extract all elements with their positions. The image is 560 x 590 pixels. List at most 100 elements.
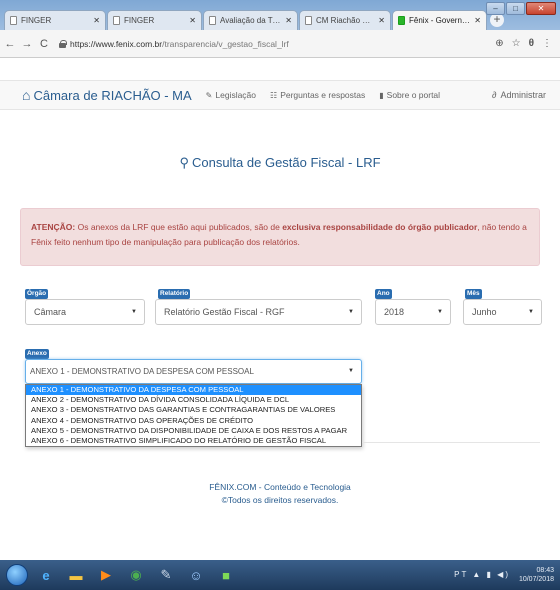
forward-icon[interactable]: → [20,38,34,50]
alert-text-1: Os anexos da LRF que estão aqui publicad… [75,222,283,232]
clock-date: 10/07/2018 [518,576,554,583]
tab-avaliacao[interactable]: Avaliação da Transparência do ✕ [203,10,298,30]
bullhorn-icon: ✎ [205,90,213,100]
browser-titlebar: FINGER ✕ FINGER ✕ Avaliação da Transparê… [0,0,560,30]
url-field[interactable]: https://www.fenix.com.br/transparencia/v… [70,39,495,49]
user-icon[interactable]: ☺ [184,563,208,587]
star-icon[interactable]: ☆ [512,38,521,49]
anexo-dropdown-list: ANEXO 1 - DEMONSTRATIVO DA DESPESA COM P… [25,384,362,448]
close-icon[interactable]: ✕ [189,16,196,25]
ano-label: Ano [375,289,392,299]
chrome-icon[interactable]: ◉ [124,563,148,587]
caret-down-icon: ▼ [131,309,137,315]
maximize-button[interactable]: □ [506,2,525,15]
zoom-icon[interactable]: ⊕ [495,38,503,49]
paint-icon[interactable]: ✎ [154,563,178,587]
site-navbar: ⌂ Câmara de RIACHÃO - MA ✎ Legislação ☷ … [0,80,560,110]
close-window-button[interactable]: ✕ [526,2,556,15]
page-title-text: Consulta de Gestão Fiscal - LRF [191,155,381,170]
tab-label: Avaliação da Transparência do [220,16,281,25]
url-path: /transparencia/v_gestao_fiscal_lrf [162,38,289,49]
tab-cm-riachao[interactable]: CM Riachão – Câmara Municip ✕ [299,10,391,30]
mes-label: Mês [465,289,482,299]
orgao-value: Câmara [34,307,67,317]
page-footer: FÊNIX.COM - Conteúdo e Tecnologia ©Todos… [0,481,560,507]
nav-label: Perguntas e respostas [280,90,366,100]
language-indicator: PT [454,570,469,579]
window-controls: – □ ✕ [486,2,556,15]
nav-legislacao[interactable]: ✎ Legislação [206,90,256,100]
start-button[interactable] [6,564,28,586]
caret-down-icon: ▼ [528,309,534,315]
close-icon[interactable]: ✕ [378,16,385,25]
nav-perguntas[interactable]: ☷ Perguntas e respostas [270,90,365,100]
footer-line-2: ©Todos os direitos reservados. [221,495,339,505]
clock-time: 08:43 [536,567,554,574]
tab-label: FINGER [124,16,155,25]
orgao-select[interactable]: Câmara ▼ [25,299,145,325]
alert-bold: exclusiva responsabilidade do órgão publ… [282,222,478,232]
anexo-option[interactable]: ANEXO 6 - DEMONSTRATIVO SIMPLIFICADO DO … [26,436,361,446]
anexo-value: ANEXO 1 - DEMONSTRATIVO DA DESPESA COM P… [30,367,254,376]
folder-icon[interactable]: ▬ [64,563,88,587]
anexo-label: Anexo [25,349,49,359]
divider [362,442,540,443]
alert-box: ATENÇÃO: Os anexos da LRF que estão aqui… [20,208,540,266]
page-icon [209,16,216,25]
caret-down-icon: ▼ [348,309,354,315]
caret-down-icon: ▼ [437,309,443,315]
close-icon[interactable]: ✕ [285,16,292,25]
lock-icon [59,39,67,48]
nav-administrar[interactable]: ∂ Administrar [492,90,546,100]
fenix-icon [398,16,405,25]
mes-value: Junho [472,307,497,317]
relatorio-select[interactable]: Relatório Gestão Fiscal - RGF ▼ [155,299,362,325]
page-icon [113,16,120,25]
nav-label: Legislação [215,90,257,100]
tray-icons[interactable]: PT ▲ ▮ ◀) [454,570,510,579]
alert-prefix: ATENÇÃO: [31,222,76,232]
back-icon[interactable]: ← [3,38,17,50]
caret-down-icon: ▼ [348,368,354,374]
media-player-icon[interactable]: ▶ [94,563,118,587]
link-icon: ∂ [492,90,497,100]
ano-select[interactable]: 2018 ▼ [375,299,451,325]
ano-value: 2018 [384,307,405,317]
book-icon: ▮ [379,90,384,100]
nav-sobre[interactable]: ▮ Sobre o portal [379,90,440,100]
relatorio-label: Relatório [158,289,191,299]
reload-icon[interactable]: C [37,38,51,50]
brand-link[interactable]: ⌂ Câmara de RIACHÃO - MA [22,87,192,103]
new-tab-button[interactable]: + [490,13,504,27]
search-icon: ⚲ [179,155,189,170]
tab-finger-1[interactable]: FINGER ✕ [4,10,106,30]
windows-taskbar: e ▬ ▶ ◉ ✎ ☺ ■ PT ▲ ▮ ◀) 08:43 10/07/2018 [0,560,560,590]
nav-label: Sobre o portal [386,90,441,100]
sitemap-icon: ☷ [270,90,278,100]
tab-fenix[interactable]: Fênix - Governo Transparente ✕ [392,10,487,30]
system-clock[interactable]: 08:43 10/07/2018 [519,566,554,584]
account-icon[interactable]: θ [529,38,534,49]
admin-label: Administrar [500,90,546,100]
footer-line-1: FÊNIX.COM - Conteúdo e Tecnologia [209,482,351,492]
anexo-option[interactable]: ANEXO 1 - DEMONSTRATIVO DA DESPESA COM P… [26,385,361,396]
tab-finger-2[interactable]: FINGER ✕ [107,10,202,30]
url-host: https://www.fenix.com.br [70,38,163,49]
tab-label: FINGER [21,16,52,25]
tab-label: CM Riachão – Câmara Municip [316,16,375,25]
minimize-button[interactable]: – [486,2,505,15]
anexo-option[interactable]: ANEXO 4 - DEMONSTRATIVO DAS OPERAÇÕES DE… [26,416,361,426]
anexo-option[interactable]: ANEXO 5 - DEMONSTRATIVO DA DISPONIBILIDA… [26,426,361,436]
anexo-option[interactable]: ANEXO 2 - DEMONSTRATIVO DA DÍVIDA CONSOL… [26,395,361,405]
page-icon [10,16,17,25]
page-icon [305,16,312,25]
anexo-option[interactable]: ANEXO 3 - DEMONSTRATIVO DAS GARANTIAS E … [26,405,361,415]
close-icon[interactable]: ✕ [474,16,481,25]
anexo-select[interactable]: ANEXO 1 - DEMONSTRATIVO DA DESPESA COM P… [25,359,362,384]
tab-label: Fênix - Governo Transparente [409,16,470,25]
ie-icon[interactable]: e [34,563,58,587]
mes-select[interactable]: Junho ▼ [463,299,542,325]
close-icon[interactable]: ✕ [93,16,100,25]
menu-icon[interactable]: ⋮ [542,38,552,49]
app-icon[interactable]: ■ [214,563,238,587]
